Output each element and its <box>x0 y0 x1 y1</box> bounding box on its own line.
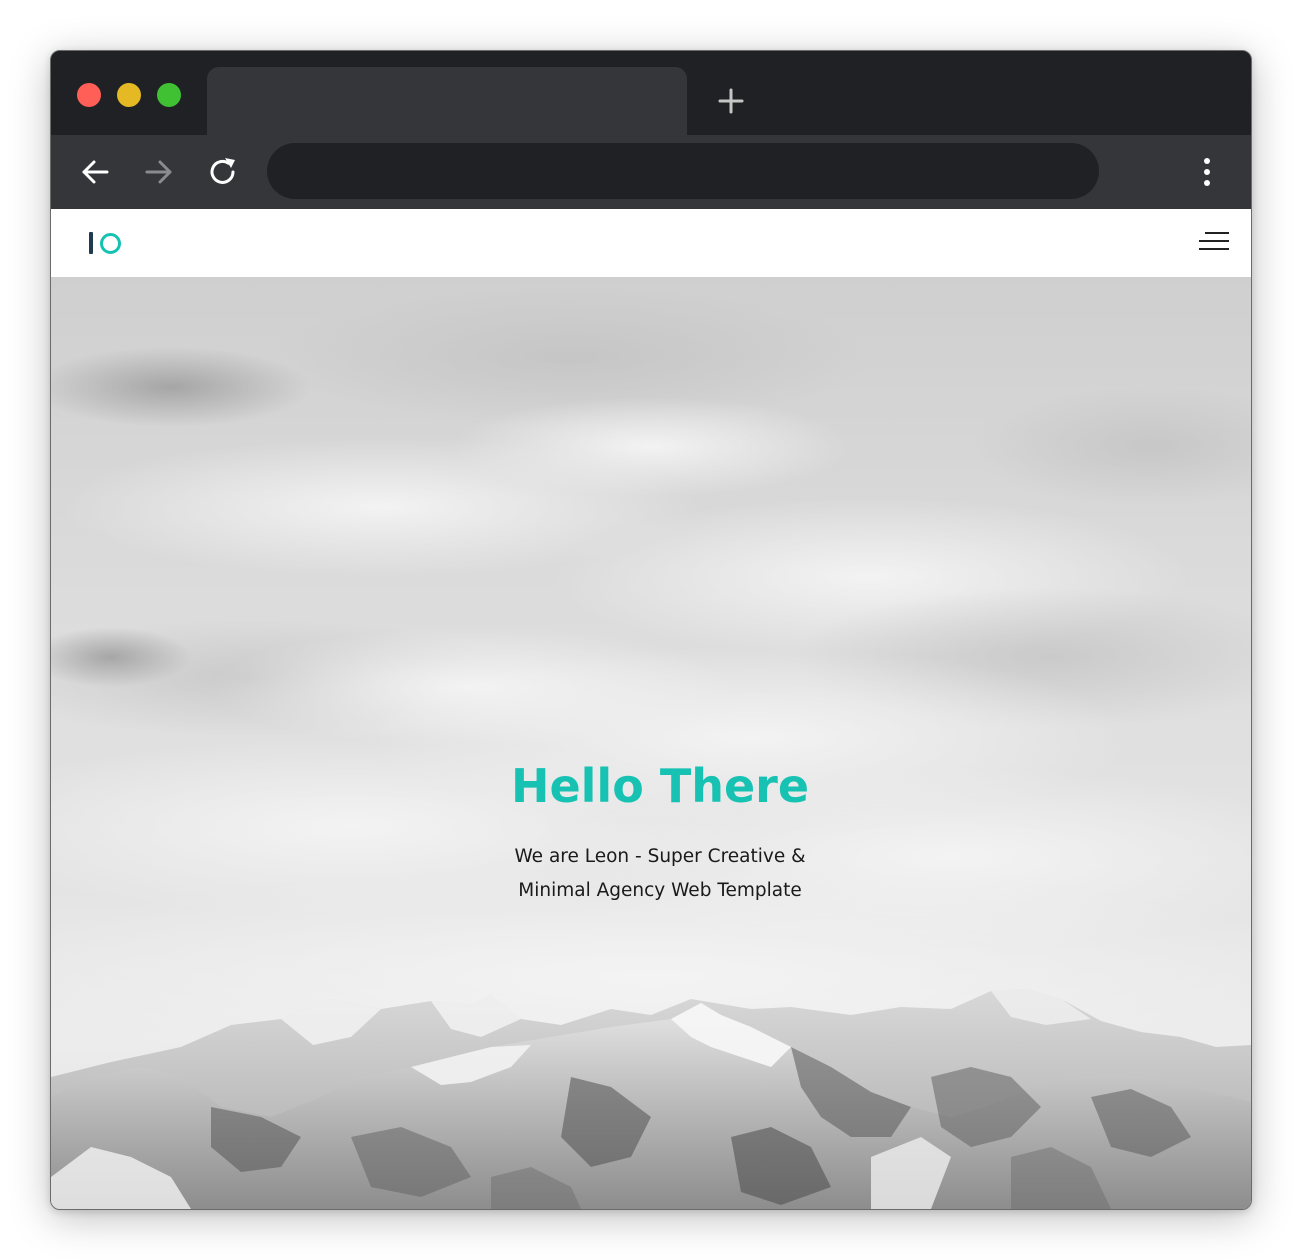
close-window-button[interactable] <box>77 83 101 107</box>
logo-icon[interactable] <box>89 229 121 257</box>
hamburger-icon[interactable] <box>1197 231 1229 253</box>
hero-section: Hello There We are Leon - Super Creative… <box>51 277 1251 1209</box>
logo-ring <box>100 232 121 254</box>
logo-bar <box>89 232 93 254</box>
hero-subtitle-line-1: We are Leon - Super Creative & <box>514 846 806 867</box>
new-tab-button[interactable] <box>715 85 747 117</box>
site-header <box>51 209 1251 277</box>
minimize-window-button[interactable] <box>117 83 141 107</box>
hero-background-image <box>51 277 1251 1209</box>
maximize-window-button[interactable] <box>157 83 181 107</box>
reload-button[interactable] <box>206 155 240 189</box>
address-bar[interactable] <box>267 143 1099 199</box>
browser-window: Hello There We are Leon - Super Creative… <box>50 50 1252 1210</box>
hero-title: Hello There <box>510 759 810 813</box>
arrow-left-icon <box>82 160 109 184</box>
kebab-menu-icon <box>1204 158 1210 186</box>
page-viewport: Hello There We are Leon - Super Creative… <box>51 209 1251 1209</box>
hero-subtitle: We are Leon - Super Creative & Minimal A… <box>51 840 1251 908</box>
browser-menu-button[interactable] <box>1195 155 1219 189</box>
tab-strip <box>51 51 1251 135</box>
plus-icon <box>718 88 744 114</box>
forward-button[interactable] <box>142 155 176 189</box>
back-button[interactable] <box>78 155 112 189</box>
browser-toolbar <box>51 135 1251 209</box>
hero-subtitle-line-2: Minimal Agency Web Template <box>518 880 802 901</box>
reload-icon <box>210 158 235 184</box>
arrow-right-icon <box>145 160 172 184</box>
tab-active[interactable] <box>207 67 687 135</box>
